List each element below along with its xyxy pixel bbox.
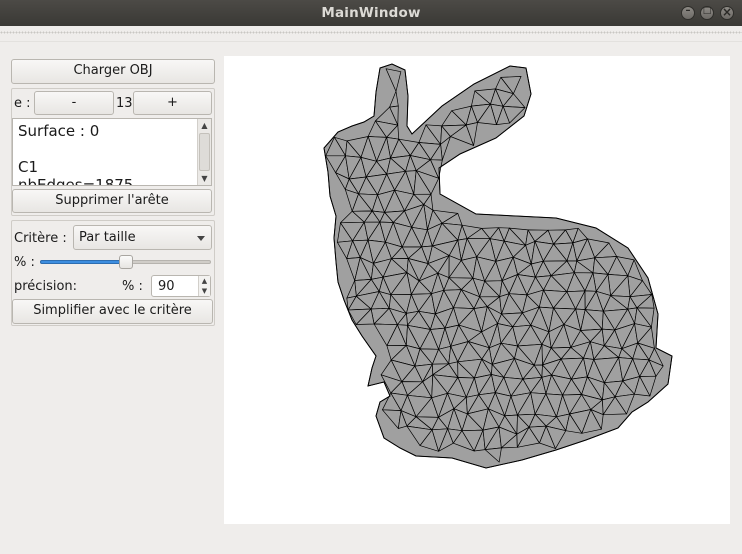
edge-plus-button[interactable]: + [133, 91, 212, 115]
scroll-up-icon[interactable]: ▲ [198, 119, 211, 132]
spin-up-icon[interactable]: ▲ [198, 276, 210, 286]
scroll-thumb[interactable] [199, 133, 210, 171]
edge-value: 13 [116, 96, 133, 111]
scroll-down-icon[interactable]: ▼ [198, 172, 211, 185]
load-obj-button[interactable]: Charger OBJ [11, 59, 215, 84]
precision-label: précision: [14, 279, 78, 294]
precision-value: 90 [158, 279, 175, 294]
info-text: Surface : 0 C1 nbEdges=1875 [18, 122, 134, 186]
percent-label: % : [14, 255, 35, 270]
chevron-down-icon [197, 236, 205, 241]
criterion-selected-value: Par taille [79, 230, 136, 245]
minimize-button[interactable] [681, 5, 695, 20]
precision-percent-label: % : [122, 279, 143, 294]
spin-down-icon[interactable]: ▼ [198, 286, 210, 296]
title-bar: MainWindow [0, 0, 742, 26]
maximize-button[interactable] [700, 6, 714, 20]
simplify-button[interactable]: Simplifier avec le critère [12, 299, 213, 324]
percent-slider[interactable] [40, 255, 211, 269]
edge-label: e : [14, 96, 31, 111]
bunny-mesh [323, 63, 673, 469]
criterion-label: Critère : [14, 231, 67, 246]
delete-edge-button[interactable]: Supprimer l'arête [12, 189, 212, 213]
info-textarea[interactable]: Surface : 0 C1 nbEdges=1875 ▲ ▼ [12, 118, 212, 186]
criterion-select[interactable]: Par taille [73, 225, 212, 250]
toolbar-grip [0, 31, 742, 34]
info-scrollbar[interactable]: ▲ ▼ [197, 119, 211, 185]
slider-fill [40, 260, 123, 264]
slider-handle[interactable] [119, 255, 133, 269]
close-button[interactable] [720, 5, 734, 20]
menu-bar [0, 26, 742, 42]
precision-spinbox[interactable]: 90 ▲ ▼ [151, 275, 211, 297]
edge-minus-button[interactable]: - [34, 91, 114, 115]
window-title: MainWindow [321, 5, 421, 21]
mesh-viewport[interactable] [224, 56, 730, 524]
